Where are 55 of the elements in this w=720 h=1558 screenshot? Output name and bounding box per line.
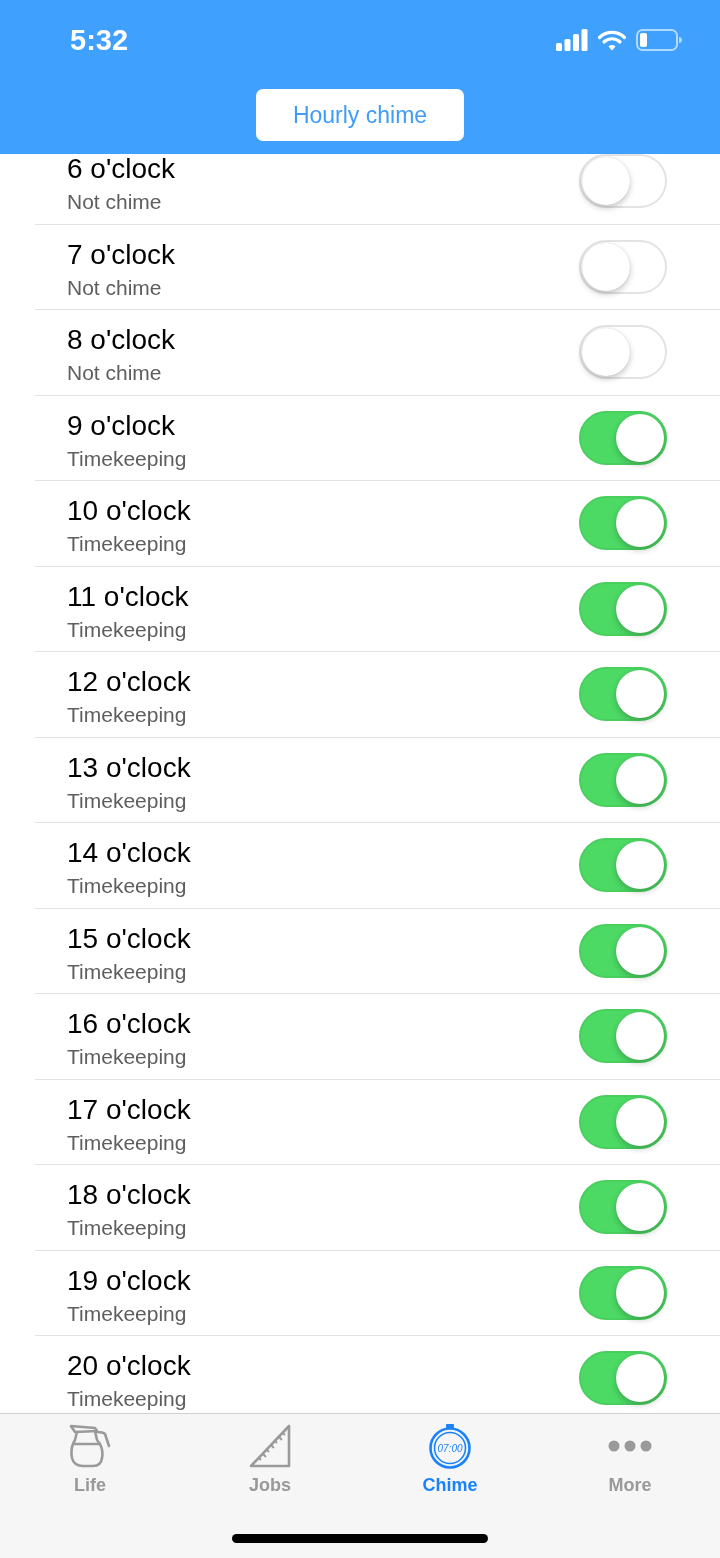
stopwatch-icon bbox=[429, 1423, 471, 1469]
toggle-switch[interactable] bbox=[579, 496, 667, 551]
chime-status: Timekeeping bbox=[67, 703, 187, 727]
hour-label: 19 o'clock bbox=[67, 1265, 191, 1296]
chime-status: Timekeeping bbox=[67, 874, 187, 898]
chime-status: Timekeeping bbox=[67, 959, 187, 984]
hour-label: 8 o'clock bbox=[67, 325, 176, 355]
battery-icon bbox=[636, 29, 682, 51]
toggle-switch[interactable] bbox=[579, 1180, 667, 1235]
hour-label: 14 o'clock bbox=[67, 838, 191, 868]
toggle-switch[interactable] bbox=[579, 923, 667, 978]
tab-button[interactable]: Jobs bbox=[180, 1414, 360, 1496]
more-icon bbox=[608, 1440, 652, 1452]
wifi-icon bbox=[598, 29, 626, 51]
hour-label: 20 o'clock bbox=[67, 1351, 191, 1381]
hour-label: 7 o'clock bbox=[67, 239, 176, 270]
hour-label: 12 o'clock bbox=[67, 667, 191, 697]
hour-label: 15 o'clock bbox=[67, 923, 191, 954]
toggle-switch[interactable] bbox=[579, 1094, 667, 1149]
chime-status: Timekeeping bbox=[67, 446, 187, 471]
chime-status: Timekeeping bbox=[67, 788, 187, 813]
stopwatch-time: 07:00 bbox=[436, 1443, 464, 1455]
chime-status: Timekeeping bbox=[67, 1387, 187, 1411]
chime-status: Timekeeping bbox=[67, 617, 187, 642]
chime-status: Timekeeping bbox=[67, 532, 187, 556]
tab-button[interactable]: More bbox=[540, 1414, 720, 1496]
chime-status: Timekeeping bbox=[67, 1301, 187, 1326]
title-button[interactable]: Hourly chime bbox=[256, 89, 464, 141]
status-time: 5:32 bbox=[70, 23, 129, 57]
hour-label: 16 o'clock bbox=[67, 1009, 191, 1039]
hour-label: 11 o'clock bbox=[67, 581, 189, 612]
toggle-switch[interactable] bbox=[579, 1351, 667, 1406]
hour-label: 13 o'clock bbox=[67, 752, 191, 783]
toggle-switch[interactable] bbox=[579, 838, 667, 893]
toggle-switch[interactable] bbox=[579, 752, 667, 807]
toggle-switch[interactable] bbox=[579, 410, 667, 465]
hour-label: 9 o'clock bbox=[67, 410, 176, 441]
chime-status: Timekeeping bbox=[67, 1045, 187, 1069]
hour-label: 17 o'clock bbox=[67, 1094, 191, 1125]
toggle-switch[interactable] bbox=[579, 581, 667, 636]
hour-label: 18 o'clock bbox=[67, 1180, 191, 1210]
chime-status: Not chime bbox=[67, 190, 162, 214]
toggle-switch[interactable] bbox=[579, 1265, 667, 1320]
tab-button[interactable]: 07:00 Chime bbox=[360, 1414, 540, 1496]
hour-label: 6 o'clock bbox=[67, 154, 176, 184]
pitcher-icon bbox=[69, 1424, 111, 1468]
toggle-switch[interactable] bbox=[579, 667, 667, 722]
toggle-switch[interactable] bbox=[579, 1009, 667, 1064]
chime-status: Timekeeping bbox=[67, 1216, 187, 1240]
signal-icon bbox=[556, 29, 588, 51]
chime-status: Timekeeping bbox=[67, 1130, 187, 1155]
chime-status: Not chime bbox=[67, 275, 162, 300]
hour-label: 10 o'clock bbox=[67, 496, 191, 526]
chime-status: Not chime bbox=[67, 361, 162, 385]
tab-button[interactable]: Life bbox=[0, 1414, 180, 1496]
